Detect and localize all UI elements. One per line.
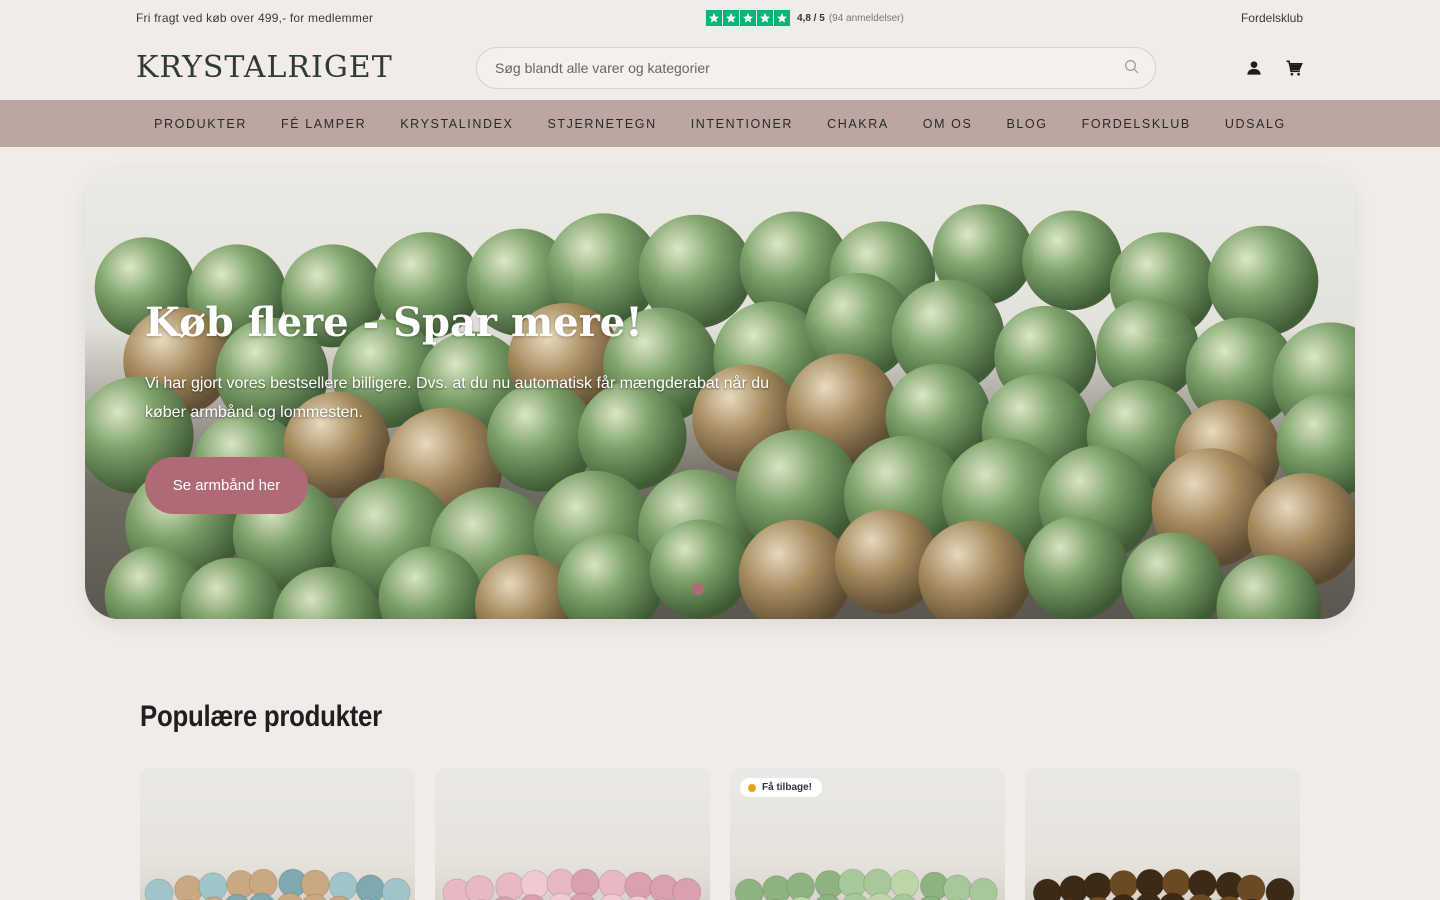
- top-bar: Fri fragt ved køb over 499,- for medlemm…: [0, 0, 1440, 36]
- star-icon: [723, 10, 739, 26]
- star-icon: [757, 10, 773, 26]
- shipping-note: Fri fragt ved køb over 499,- for medlemm…: [136, 11, 374, 25]
- nav-item-fe-lamper[interactable]: FÉ LAMPER: [264, 117, 383, 131]
- product-badge: Få tilbage!: [740, 778, 823, 797]
- nav-item-fordelsklub[interactable]: FORDELSKLUB: [1065, 117, 1208, 131]
- nav-item-chakra[interactable]: CHAKRA: [810, 117, 906, 131]
- header: KRYSTALRIGET: [0, 36, 1440, 100]
- main-nav: PRODUKTER FÉ LAMPER KRYSTALINDEX STJERNE…: [0, 100, 1440, 147]
- trustpilot-rating[interactable]: 4,8 / 5 (94 anmeldelser): [706, 10, 904, 26]
- nav-item-blog[interactable]: BLOG: [989, 117, 1064, 131]
- product-image: [442, 868, 702, 900]
- product-card[interactable]: [1025, 768, 1300, 900]
- nav-item-intentioner[interactable]: INTENTIONER: [674, 117, 810, 131]
- rating-count: (94 anmeldelser): [828, 12, 904, 24]
- nav-item-udsalg[interactable]: UDSALG: [1208, 117, 1303, 131]
- search-input[interactable]: [477, 48, 1155, 88]
- product-image: [144, 868, 411, 900]
- carousel-dot[interactable]: [692, 583, 704, 595]
- rating-score: 4,8 / 5: [797, 12, 825, 24]
- badge-label: Få tilbage!: [762, 782, 813, 793]
- hero-title: Køb flere - Spar mere!: [145, 299, 643, 346]
- section-title: Populære produkter: [140, 700, 382, 733]
- hero-cta-button[interactable]: Se armbånd her: [145, 457, 308, 514]
- logo[interactable]: KRYSTALRIGET: [136, 50, 393, 85]
- account-icon[interactable]: [1244, 58, 1264, 78]
- star-icon: [740, 10, 756, 26]
- nav-item-krystalindex[interactable]: KRYSTALINDEX: [383, 117, 530, 131]
- member-link[interactable]: Fordelsklub: [1241, 11, 1303, 25]
- product-card[interactable]: [140, 768, 415, 900]
- nav-item-stjernetegn[interactable]: STJERNETEGN: [530, 117, 673, 131]
- nav-item-produkter[interactable]: PRODUKTER: [137, 117, 264, 131]
- badge-dot-icon: [748, 783, 756, 792]
- nav-item-om-os[interactable]: OM OS: [906, 117, 990, 131]
- product-image: [1032, 868, 1295, 900]
- product-grid: Få tilbage!: [140, 768, 1300, 900]
- star-icon: [706, 10, 722, 26]
- search-bar: [476, 47, 1156, 89]
- star-icon: [774, 10, 790, 26]
- search-icon[interactable]: [1123, 58, 1141, 76]
- cart-icon[interactable]: [1284, 58, 1304, 78]
- product-card[interactable]: Få tilbage!: [730, 768, 1005, 900]
- hero-banner: Køb flere - Spar mere! Vi har gjort vore…: [85, 169, 1355, 619]
- product-card[interactable]: [435, 768, 710, 900]
- hero-text: Vi har gjort vores bestsellere billigere…: [145, 375, 770, 421]
- rating-stars: [706, 10, 790, 26]
